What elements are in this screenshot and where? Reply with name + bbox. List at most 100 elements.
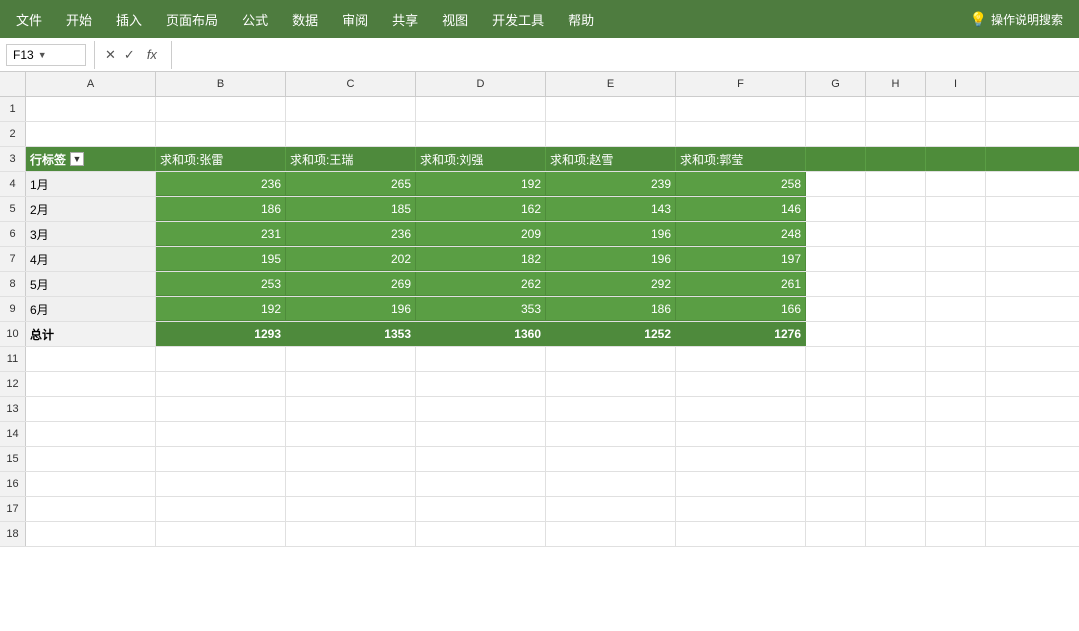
cell-F6[interactable]: 248: [676, 222, 806, 246]
cell-B8[interactable]: 253: [156, 272, 286, 296]
cell-I9[interactable]: [926, 297, 986, 321]
cell-F5[interactable]: 146: [676, 197, 806, 221]
cell-C1[interactable]: [286, 97, 416, 121]
cell-G14[interactable]: [806, 422, 866, 446]
cell-H15[interactable]: [866, 447, 926, 471]
cell-I7[interactable]: [926, 247, 986, 271]
cell-F4[interactable]: 258: [676, 172, 806, 196]
cell-E18[interactable]: [546, 522, 676, 546]
menu-share[interactable]: 共享: [380, 0, 430, 38]
cell-D7[interactable]: 182: [416, 247, 546, 271]
cell-I5[interactable]: [926, 197, 986, 221]
cell-A10[interactable]: 总计: [26, 322, 156, 346]
col-header-G[interactable]: G: [806, 72, 866, 96]
cell-F3[interactable]: 求和项:郭莹: [676, 147, 806, 171]
col-header-F[interactable]: F: [676, 72, 806, 96]
menu-help[interactable]: 帮助: [556, 0, 606, 38]
cell-B13[interactable]: [156, 397, 286, 421]
cell-I18[interactable]: [926, 522, 986, 546]
cell-I8[interactable]: [926, 272, 986, 296]
cell-D2[interactable]: [416, 122, 546, 146]
menu-data[interactable]: 数据: [280, 0, 330, 38]
cell-H11[interactable]: [866, 347, 926, 371]
cell-F13[interactable]: [676, 397, 806, 421]
cell-H13[interactable]: [866, 397, 926, 421]
cell-H17[interactable]: [866, 497, 926, 521]
cell-H14[interactable]: [866, 422, 926, 446]
cell-H2[interactable]: [866, 122, 926, 146]
cell-H16[interactable]: [866, 472, 926, 496]
cell-B4[interactable]: 236: [156, 172, 286, 196]
cell-E17[interactable]: [546, 497, 676, 521]
cell-G12[interactable]: [806, 372, 866, 396]
cell-C13[interactable]: [286, 397, 416, 421]
cell-F9[interactable]: 166: [676, 297, 806, 321]
cell-F7[interactable]: 197: [676, 247, 806, 271]
cell-reference-box[interactable]: F13 ▼: [6, 44, 86, 66]
cell-I4[interactable]: [926, 172, 986, 196]
cell-E14[interactable]: [546, 422, 676, 446]
menu-home[interactable]: 开始: [54, 0, 104, 38]
cell-C12[interactable]: [286, 372, 416, 396]
cell-F18[interactable]: [676, 522, 806, 546]
cell-B2[interactable]: [156, 122, 286, 146]
cell-E8[interactable]: 292: [546, 272, 676, 296]
cell-G3[interactable]: [806, 147, 866, 171]
cell-H12[interactable]: [866, 372, 926, 396]
cell-D10[interactable]: 1360: [416, 322, 546, 346]
col-header-C[interactable]: C: [286, 72, 416, 96]
cell-B9[interactable]: 192: [156, 297, 286, 321]
cell-C15[interactable]: [286, 447, 416, 471]
cell-D9[interactable]: 353: [416, 297, 546, 321]
cell-G16[interactable]: [806, 472, 866, 496]
cell-D14[interactable]: [416, 422, 546, 446]
cell-E12[interactable]: [546, 372, 676, 396]
cell-A8[interactable]: 5月: [26, 272, 156, 296]
cell-F16[interactable]: [676, 472, 806, 496]
cell-E3[interactable]: 求和项:赵雪: [546, 147, 676, 171]
cell-E13[interactable]: [546, 397, 676, 421]
cell-H8[interactable]: [866, 272, 926, 296]
cell-C7[interactable]: 202: [286, 247, 416, 271]
cell-A2[interactable]: [26, 122, 156, 146]
cell-E2[interactable]: [546, 122, 676, 146]
cell-I11[interactable]: [926, 347, 986, 371]
cell-C6[interactable]: 236: [286, 222, 416, 246]
cell-G11[interactable]: [806, 347, 866, 371]
cell-E9[interactable]: 186: [546, 297, 676, 321]
cell-G4[interactable]: [806, 172, 866, 196]
cell-D8[interactable]: 262: [416, 272, 546, 296]
cell-A18[interactable]: [26, 522, 156, 546]
cell-A17[interactable]: [26, 497, 156, 521]
cell-I3[interactable]: [926, 147, 986, 171]
cell-A16[interactable]: [26, 472, 156, 496]
cell-C8[interactable]: 269: [286, 272, 416, 296]
cell-H4[interactable]: [866, 172, 926, 196]
row-label-dropdown[interactable]: ▼: [70, 152, 84, 166]
cell-B15[interactable]: [156, 447, 286, 471]
menu-insert[interactable]: 插入: [104, 0, 154, 38]
menu-layout[interactable]: 页面布局: [154, 0, 230, 38]
cell-I12[interactable]: [926, 372, 986, 396]
confirm-icon[interactable]: ✓: [124, 47, 135, 63]
cell-C9[interactable]: 196: [286, 297, 416, 321]
cell-B12[interactable]: [156, 372, 286, 396]
cell-A7[interactable]: 4月: [26, 247, 156, 271]
cell-B1[interactable]: [156, 97, 286, 121]
cell-E10[interactable]: 1252: [546, 322, 676, 346]
cell-I17[interactable]: [926, 497, 986, 521]
menu-devtools[interactable]: 开发工具: [480, 0, 556, 38]
cell-C17[interactable]: [286, 497, 416, 521]
cell-G5[interactable]: [806, 197, 866, 221]
cell-A14[interactable]: [26, 422, 156, 446]
cell-H3[interactable]: [866, 147, 926, 171]
cell-D11[interactable]: [416, 347, 546, 371]
cell-B11[interactable]: [156, 347, 286, 371]
cell-A15[interactable]: [26, 447, 156, 471]
cell-B3[interactable]: 求和项:张雷: [156, 147, 286, 171]
cell-A11[interactable]: [26, 347, 156, 371]
cell-E6[interactable]: 196: [546, 222, 676, 246]
cell-H7[interactable]: [866, 247, 926, 271]
cell-A9[interactable]: 6月: [26, 297, 156, 321]
cell-E5[interactable]: 143: [546, 197, 676, 221]
